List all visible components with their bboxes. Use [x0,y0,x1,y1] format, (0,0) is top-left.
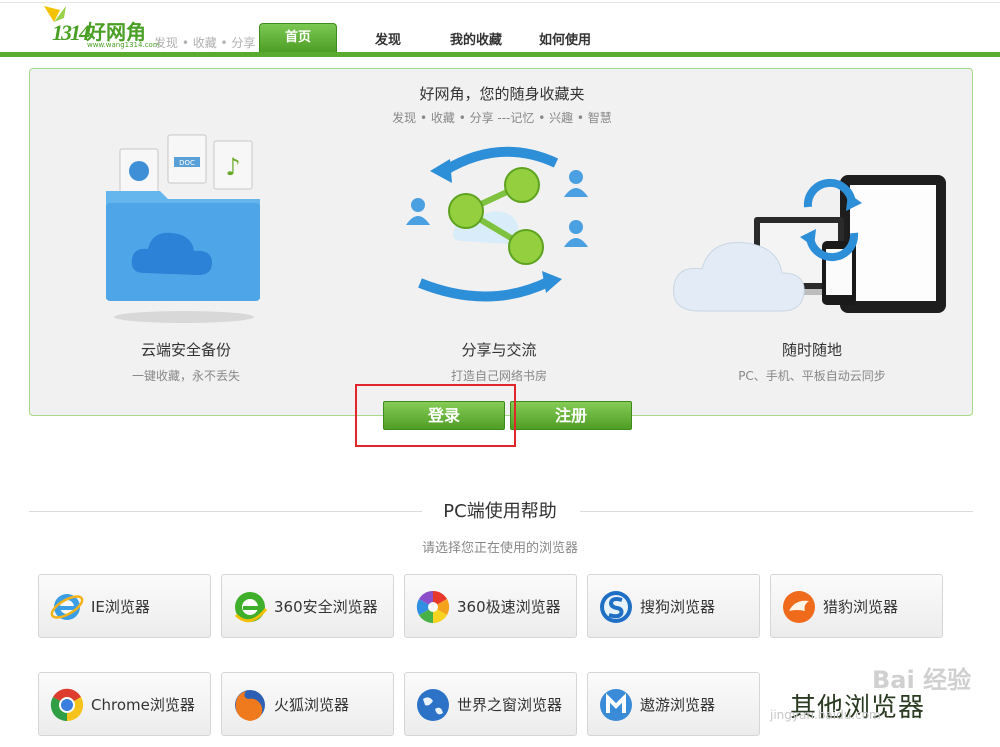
feature-anywhere: 随时随地 PC、手机、平板自动云同步 [682,339,942,384]
sogou-icon [600,591,632,623]
tab-how-to-use[interactable]: 如何使用 [533,30,597,52]
tab-my-favorites[interactable]: 我的收藏 [444,30,508,52]
tab-home[interactable]: 首页 [259,23,337,52]
browser-360-safe[interactable]: 360安全浏览器 [221,574,394,638]
browser-label: 遨游浏览器 [640,696,716,714]
ie-icon [50,594,84,620]
feature-desc: 打造自己网络书房 [450,369,547,383]
site-tagline: 发现 • 收藏 • 分享 [154,36,256,50]
feature-title: 分享与交流 [461,341,537,359]
watermark-text: Bai 经验 [872,666,972,694]
hero-title: 好网角，您的随身收藏夹 [419,85,585,103]
browser-label: 360安全浏览器 [274,598,378,616]
browser-label: 搜狗浏览器 [640,598,716,616]
browser-maxthon[interactable]: 遨游浏览器 [587,672,760,736]
help-subtitle: 请选择您正在使用的浏览器 [421,541,578,556]
feature-cloud-backup: 云端安全备份 一键收藏，永不丢失 [56,339,316,384]
feature-desc: PC、手机、平板自动云同步 [738,369,886,383]
hero-panel: 好网角，您的随身收藏夹 发现 • 收藏 • 分享 ---记忆 • 兴趣 • 智慧… [29,68,973,416]
browser-label: 360极速浏览器 [457,598,561,616]
360-safe-icon [234,592,268,623]
red-highlight-box [355,384,516,447]
browser-label: Chrome浏览器 [91,696,195,714]
site-logo[interactable]: 1314 好网角 www.wang1314.com [40,4,160,50]
browser-label: 火狐浏览器 [274,696,350,714]
cloud-folder-icon: DOC ♪ [106,134,260,323]
doc-label: DOC [179,159,195,167]
logo-url: www.wang1314.com [87,41,160,49]
360-speed-icon [416,590,450,624]
page: 1314 好网角 www.wang1314.com 发现 • 收藏 • 分享 首… [0,0,1000,747]
browser-360-speed[interactable]: 360极速浏览器 [404,574,577,638]
browser-theworld[interactable]: 世界之窗浏览器 [404,672,577,736]
firefox-icon [235,690,265,721]
theworld-icon [417,689,449,721]
tab-discover[interactable]: 发现 [368,30,408,52]
browser-chrome[interactable]: Chrome浏览器 [38,672,211,736]
browser-label: IE浏览器 [91,598,150,616]
chrome-icon [50,688,84,722]
feature-title: 云端安全备份 [140,341,231,359]
browser-liebao[interactable]: 猎豹浏览器 [770,574,943,638]
feature-share: 分享与交流 打造自己网络书房 [369,339,629,384]
logo-number: 1314 [52,20,90,45]
hero-subtitle: 发现 • 收藏 • 分享 ---记忆 • 兴趣 • 智慧 [392,111,612,125]
maxthon-icon [600,689,632,721]
browser-label: 世界之窗浏览器 [457,696,563,714]
browser-sogou[interactable]: 搜狗浏览器 [587,574,760,638]
top-divider [0,2,1000,3]
liebao-icon [783,591,815,623]
browser-firefox[interactable]: 火狐浏览器 [221,672,394,736]
register-button[interactable]: 注册 [510,401,632,430]
watermark-url: jingyan.baidu.com [770,708,881,722]
help-title: PC端使用帮助 [443,501,557,522]
feature-desc: 一键收藏，永不丢失 [131,369,240,383]
browser-ie[interactable]: IE浏览器 [38,574,211,638]
nav-green-bar [0,52,1000,57]
site-header: 1314 好网角 www.wang1314.com 发现 • 收藏 • 分享 首… [0,0,1000,58]
browser-label: 猎豹浏览器 [823,598,899,616]
feature-title: 随时随地 [781,341,842,359]
svg-text:♪: ♪ [225,153,240,181]
